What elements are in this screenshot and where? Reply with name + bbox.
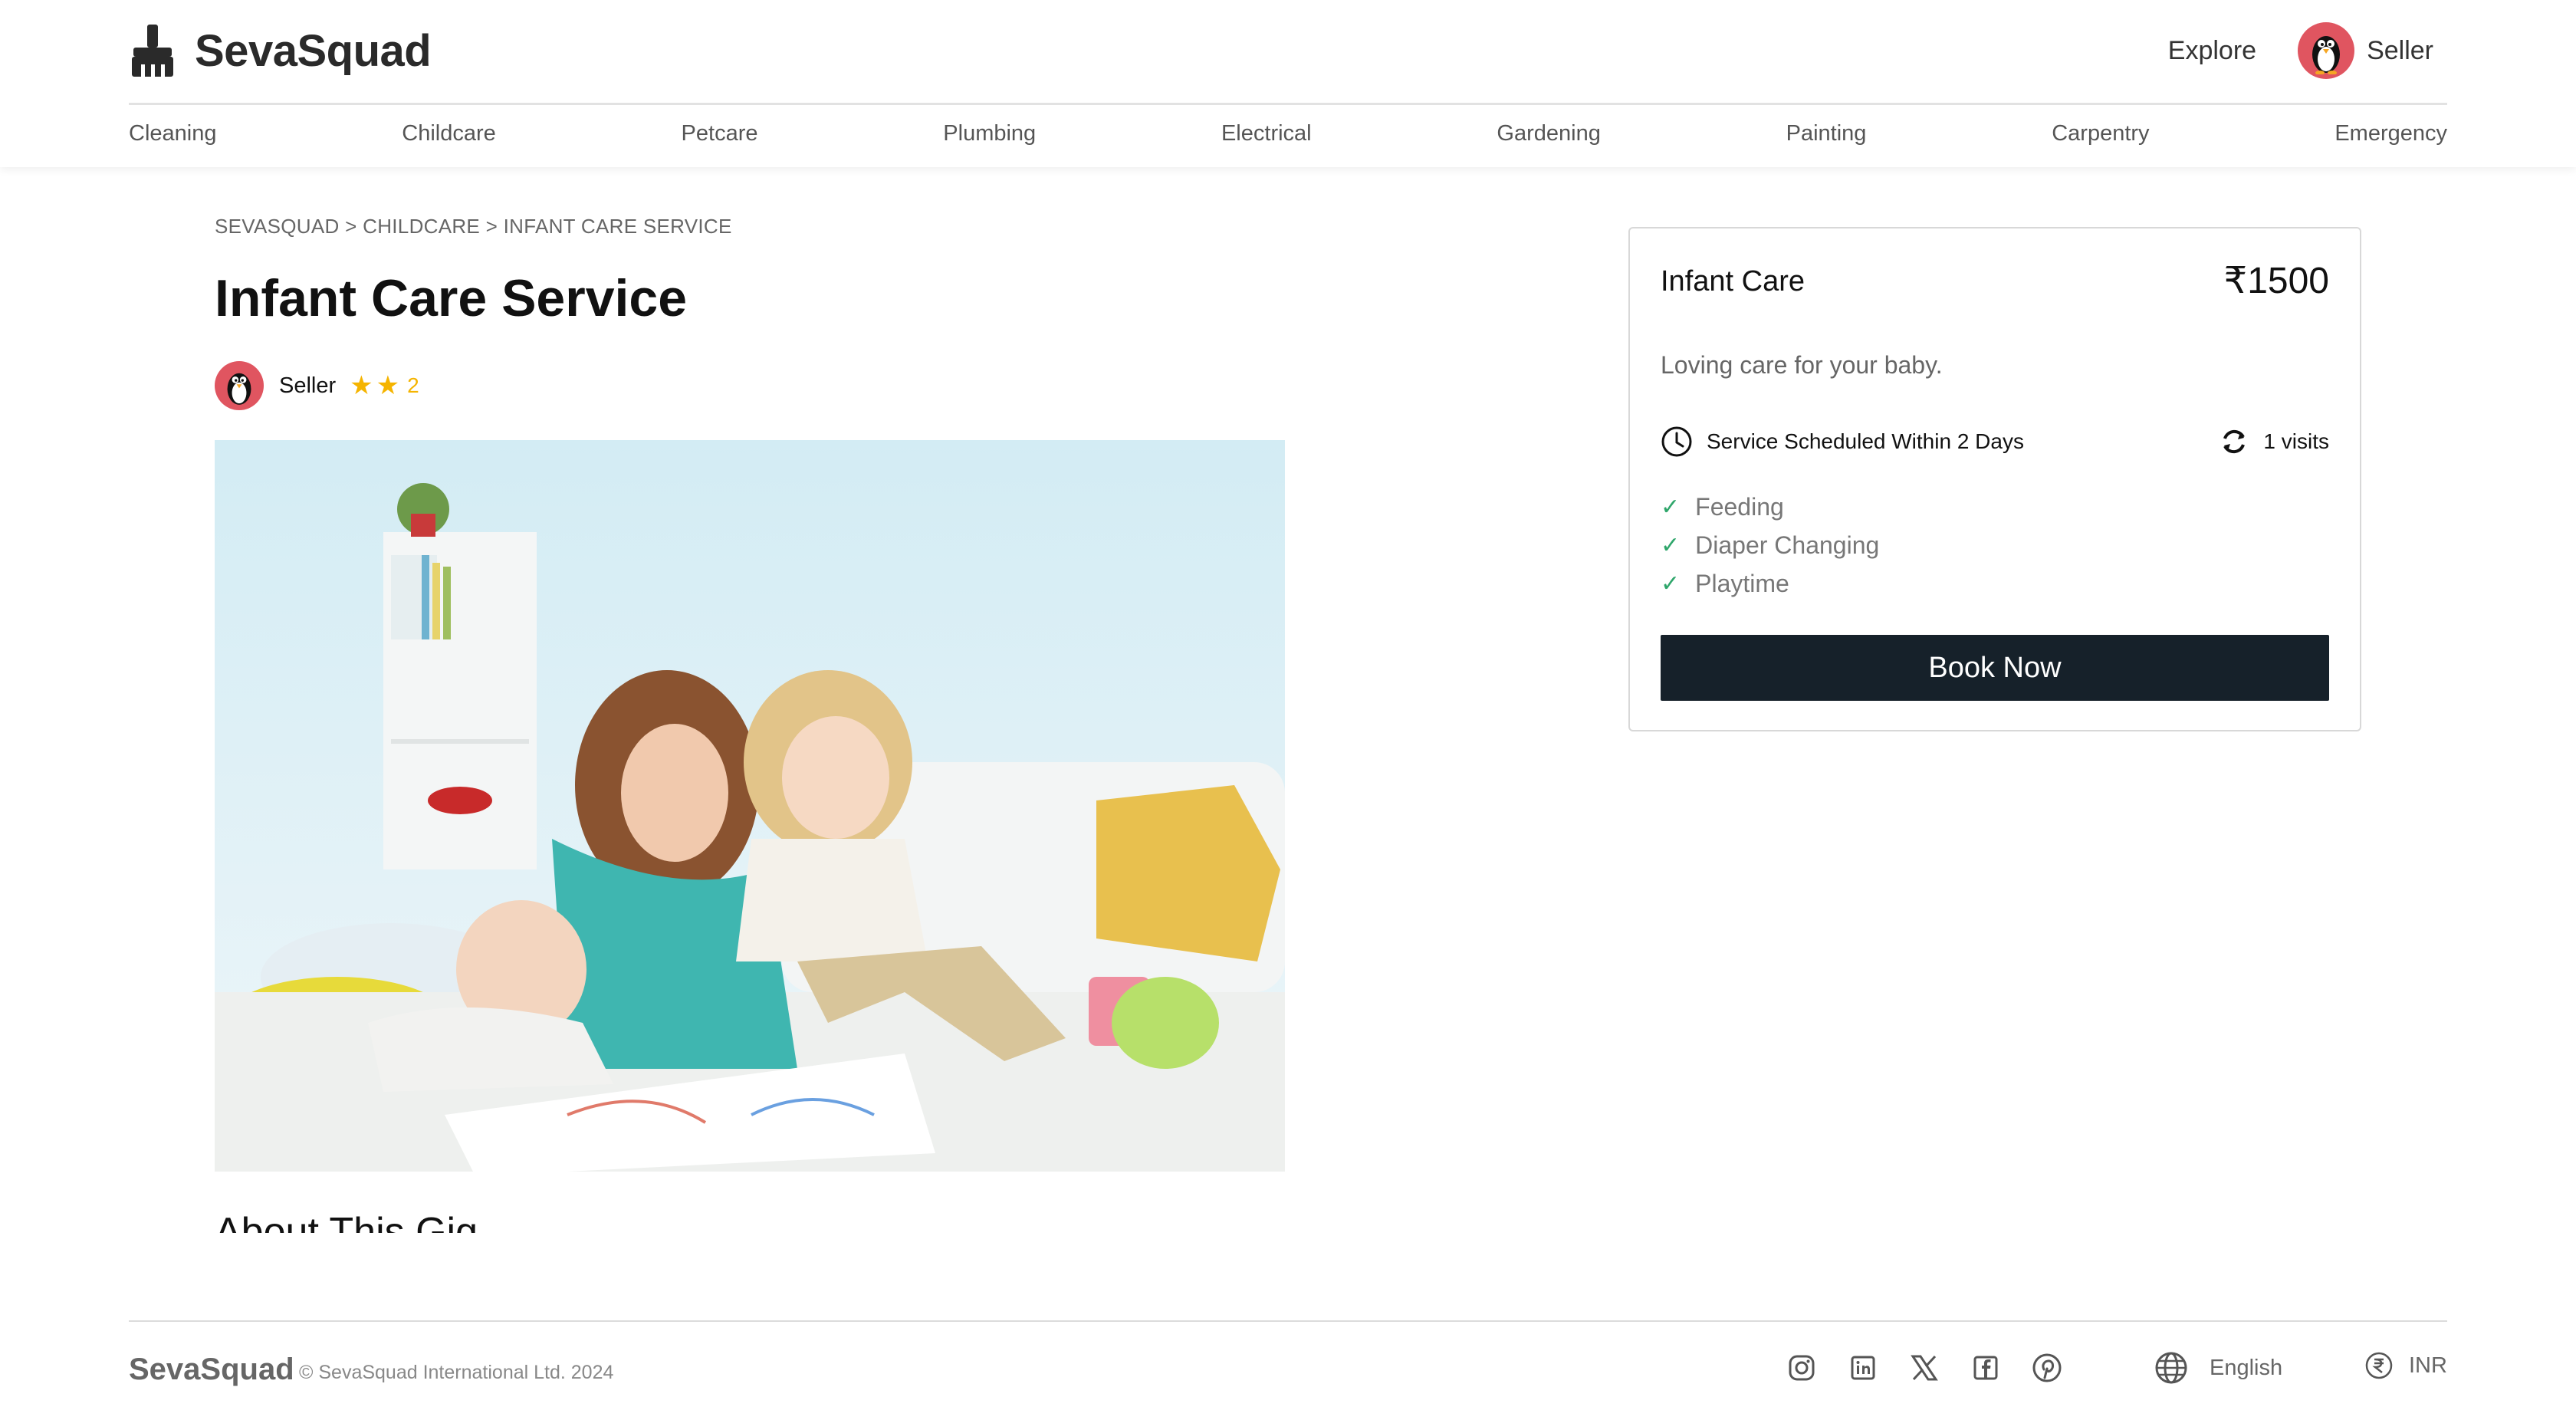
footer-divider — [129, 1320, 2447, 1322]
user-name[interactable]: Seller — [2367, 36, 2433, 66]
currency-selector[interactable]: INR — [2364, 1351, 2447, 1380]
feature-label: Feeding — [1695, 492, 1784, 521]
category-electrical[interactable]: Electrical — [1221, 121, 1312, 146]
category-petcare[interactable]: Petcare — [682, 121, 758, 146]
category-plumbing[interactable]: Plumbing — [943, 121, 1036, 146]
star-icon: ★ — [376, 371, 400, 400]
rating-value: 2 — [407, 373, 419, 397]
brand-name: SevaSquad — [195, 25, 432, 76]
header-divider — [129, 103, 2447, 105]
star-icon: ★ — [350, 371, 373, 400]
rating-stars: ★ ★ 2 — [350, 370, 419, 401]
clock-icon — [1661, 426, 1692, 457]
gig-image — [215, 440, 1285, 1172]
card-title: Infant Care — [1661, 265, 1805, 297]
seller-avatar[interactable] — [215, 361, 264, 410]
check-icon: ✓ — [1661, 570, 1681, 597]
penguin-icon — [2312, 36, 2341, 74]
footer-copyright: © SevaSquad International Ltd. 2024 — [299, 1362, 614, 1383]
feature-label: Diaper Changing — [1695, 531, 1880, 559]
seller-info: Seller ★ ★ 2 — [215, 360, 419, 411]
feature-item: ✓ Diaper Changing — [1661, 526, 1879, 564]
booking-card: Infant Care ₹1500 Loving care for your b… — [1628, 227, 2361, 731]
footer-brand[interactable]: SevaSquad — [129, 1353, 294, 1387]
broom-icon — [132, 25, 173, 77]
card-price: ₹1500 — [2223, 261, 2329, 301]
check-icon: ✓ — [1661, 494, 1681, 520]
category-carpentry[interactable]: Carpentry — [2052, 121, 2149, 146]
user-nav: Explore Seller — [2168, 21, 2433, 80]
brand-logo[interactable]: SevaSquad — [129, 23, 432, 78]
refresh-icon — [2223, 429, 2246, 454]
schedule-text: Service Scheduled Within 2 Days — [1707, 429, 2024, 453]
instagram-icon[interactable] — [1785, 1351, 1819, 1385]
facebook-icon[interactable] — [1969, 1351, 2003, 1385]
category-cleaning[interactable]: Cleaning — [129, 121, 216, 146]
explore-link[interactable]: Explore — [2168, 36, 2256, 66]
service-meta: Service Scheduled Within 2 Days 1 visits — [1661, 425, 2329, 459]
category-emergency[interactable]: Emergency — [2334, 121, 2447, 146]
feature-label: Playtime — [1695, 569, 1789, 597]
page-title: Infant Care Service — [215, 269, 688, 327]
top-navigation: SevaSquad Explore Seller Cleaning Childc… — [0, 0, 2576, 167]
feature-item: ✓ Playtime — [1661, 564, 1879, 603]
category-painting[interactable]: Painting — [1786, 121, 1867, 146]
linkedin-icon[interactable] — [1846, 1351, 1880, 1385]
x-icon[interactable] — [1907, 1351, 1941, 1385]
category-nav: Cleaning Childcare Petcare Plumbing Elec… — [129, 121, 2447, 146]
language-selector[interactable]: English — [2154, 1351, 2282, 1385]
social-links — [1785, 1351, 2091, 1385]
language-label: English — [2210, 1355, 2283, 1380]
card-description: Loving care for your baby. — [1661, 351, 1943, 379]
penguin-icon — [227, 373, 251, 405]
breadcrumb[interactable]: SEVASQUAD > CHILDCARE > INFANT CARE SERV… — [215, 215, 732, 238]
book-now-button[interactable]: Book Now — [1661, 635, 2329, 701]
visits-info: 1 visits — [2219, 426, 2329, 457]
check-icon: ✓ — [1661, 532, 1681, 558]
currency-label: INR — [2409, 1353, 2447, 1378]
rupee-icon — [2365, 1352, 2393, 1379]
seller-name[interactable]: Seller — [279, 373, 336, 399]
feature-list: ✓ Feeding ✓ Diaper Changing ✓ Playtime — [1661, 488, 1879, 603]
feature-item: ✓ Feeding — [1661, 488, 1879, 526]
visits-text: 1 visits — [2263, 429, 2329, 453]
category-childcare[interactable]: Childcare — [402, 121, 496, 146]
avatar[interactable] — [2298, 22, 2355, 79]
globe-icon — [2155, 1352, 2187, 1384]
category-gardening[interactable]: Gardening — [1497, 121, 1600, 146]
pinterest-icon[interactable] — [2030, 1351, 2064, 1385]
gig-photo-illustration — [215, 440, 1285, 1172]
schedule-info: Service Scheduled Within 2 Days — [1661, 426, 2024, 458]
about-heading: About This Gig — [215, 1210, 478, 1233]
